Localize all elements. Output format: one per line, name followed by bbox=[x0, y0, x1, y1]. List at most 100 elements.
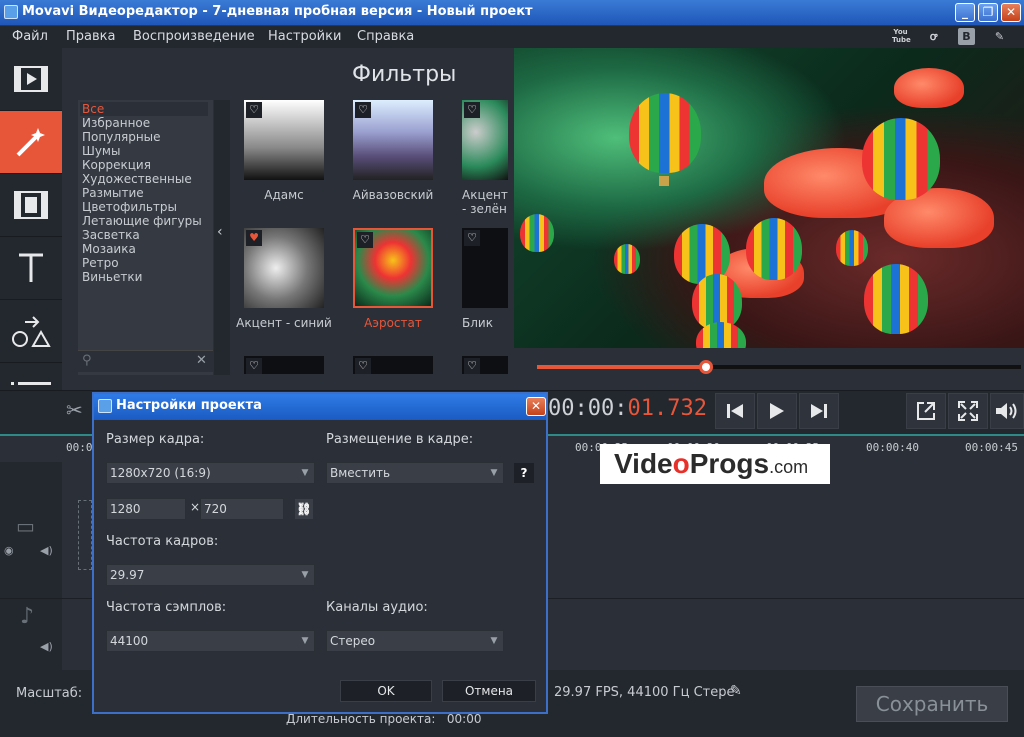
vk-icon[interactable]: B bbox=[958, 28, 975, 45]
category-item[interactable]: Виньетки bbox=[82, 270, 142, 284]
category-item[interactable]: Размытие bbox=[82, 186, 144, 200]
width-input[interactable]: 1280 bbox=[106, 498, 186, 520]
heart-icon[interactable]: ♡ bbox=[355, 358, 371, 374]
clear-search-icon[interactable]: ✕ bbox=[196, 353, 207, 368]
duration-value: 00:00 bbox=[446, 712, 482, 726]
heart-icon[interactable]: ♡ bbox=[464, 358, 480, 374]
save-button[interactable]: Сохранить bbox=[856, 686, 1008, 722]
shapes-tool[interactable] bbox=[0, 300, 62, 363]
filter-thumb-accent-green[interactable]: ♡ bbox=[462, 100, 508, 180]
category-item[interactable]: Летающие фигуры bbox=[82, 214, 202, 228]
category-item[interactable]: Художественные bbox=[82, 172, 192, 186]
category-item[interactable]: Засветка bbox=[82, 228, 140, 242]
window-title: Movavi Видеоредактор - 7-дневная пробная… bbox=[22, 4, 533, 19]
audio-channels-select[interactable]: Стерео ▼ bbox=[326, 630, 504, 652]
maximize-button[interactable]: ❐ bbox=[978, 3, 998, 22]
filter-label: Акцент - синий bbox=[236, 316, 332, 330]
collapse-categories-button[interactable]: ‹ bbox=[214, 100, 230, 375]
ok-button[interactable]: OK bbox=[340, 680, 432, 702]
import-media-tool[interactable] bbox=[0, 48, 62, 111]
playback-progress bbox=[537, 365, 706, 369]
heart-icon[interactable]: ♡ bbox=[464, 102, 480, 118]
filter-thumb[interactable]: ♡ bbox=[462, 356, 508, 374]
category-item[interactable]: Ретро bbox=[82, 256, 119, 270]
previous-frame-button[interactable] bbox=[715, 393, 755, 429]
shapes-icon bbox=[12, 316, 51, 347]
youtube-icon[interactable]: You Tube bbox=[892, 28, 911, 45]
close-button[interactable]: ✕ bbox=[1001, 3, 1021, 22]
odnoklassniki-icon[interactable]: ꝍ bbox=[925, 28, 942, 45]
category-list: Все Избранное Популярные Шумы Коррекция … bbox=[78, 100, 213, 375]
eye-icon[interactable]: ◉ bbox=[4, 544, 14, 557]
height-input[interactable]: 720 bbox=[200, 498, 284, 520]
heart-icon[interactable]: ♡ bbox=[464, 230, 480, 246]
filter-thumb-accent-blue[interactable]: ♥ bbox=[244, 228, 324, 308]
app-icon bbox=[98, 399, 112, 413]
skip-back-icon bbox=[727, 404, 743, 418]
project-settings-dialog: Настройки проекта ✕ Размер кадра: 1280x7… bbox=[92, 392, 548, 714]
scissors-icon[interactable]: ✂ bbox=[66, 398, 83, 422]
music-note-icon: ♪ bbox=[20, 604, 35, 629]
dialog-close-button[interactable]: ✕ bbox=[526, 397, 546, 416]
category-search-input[interactable]: ⚲ ✕ bbox=[78, 350, 213, 372]
category-item[interactable]: Коррекция bbox=[82, 158, 151, 172]
category-item[interactable]: Шумы bbox=[82, 144, 120, 158]
video-preview[interactable] bbox=[514, 48, 1024, 348]
menu-playback[interactable]: Воспроизведение bbox=[133, 29, 255, 44]
drop-zone[interactable] bbox=[78, 500, 92, 570]
heart-icon[interactable]: ♡ bbox=[246, 358, 262, 374]
menu-edit[interactable]: Правка bbox=[66, 29, 115, 44]
heart-icon[interactable]: ♡ bbox=[355, 102, 371, 118]
placement-select[interactable]: Вместить ▼ bbox=[326, 462, 504, 484]
heart-icon[interactable]: ♡ bbox=[246, 102, 262, 118]
filter-thumb[interactable]: ♡ bbox=[244, 356, 324, 374]
edit-pencil-icon[interactable]: ✎ bbox=[730, 683, 742, 699]
filters-tool[interactable] bbox=[0, 111, 62, 174]
transitions-tool[interactable] bbox=[0, 174, 62, 237]
playback-handle[interactable] bbox=[699, 360, 713, 374]
export-frame-button[interactable] bbox=[906, 393, 946, 429]
speaker-icon[interactable]: ◀) bbox=[40, 544, 53, 557]
menu-bar: Файл Правка Воспроизведение Настройки Сп… bbox=[0, 26, 1024, 48]
category-item[interactable]: Цветофильтры bbox=[82, 200, 177, 214]
filter-label: Адамс bbox=[264, 188, 304, 202]
volume-button[interactable] bbox=[990, 393, 1024, 429]
category-item[interactable]: Избранное bbox=[82, 116, 150, 130]
chat-icon[interactable]: ✎ bbox=[991, 28, 1008, 45]
heart-filled-icon[interactable]: ♥ bbox=[246, 230, 262, 246]
ruler-tick: 00:00:40 bbox=[866, 441, 919, 454]
cancel-button[interactable]: Отмена bbox=[442, 680, 536, 702]
volume-icon bbox=[996, 403, 1017, 419]
balloon-shape bbox=[520, 214, 554, 252]
frame-size-select[interactable]: 1280x720 (16:9) ▼ bbox=[106, 462, 315, 484]
minimize-button[interactable]: _ bbox=[955, 3, 975, 22]
fps-select[interactable]: 29.97 ▼ bbox=[106, 564, 315, 586]
project-info: 29.97 FPS, 44100 Гц Стере bbox=[554, 685, 735, 700]
filter-thumb-aivazovsky[interactable]: ♡ bbox=[353, 100, 433, 180]
help-button[interactable]: ? bbox=[514, 463, 534, 483]
duration-label: Длительность проекта: bbox=[286, 712, 436, 726]
filter-thumb[interactable]: ♡ bbox=[353, 356, 433, 374]
skip-forward-icon bbox=[811, 404, 827, 418]
category-item[interactable]: Все bbox=[80, 102, 208, 116]
play-button[interactable] bbox=[757, 393, 797, 429]
next-frame-button[interactable] bbox=[799, 393, 839, 429]
filter-thumb-blik[interactable]: ♡ bbox=[462, 228, 508, 308]
filter-thumb-adams[interactable]: ♡ bbox=[244, 100, 324, 180]
titles-tool[interactable] bbox=[0, 237, 62, 300]
filter-thumb-aerostat[interactable]: ♡ bbox=[353, 228, 433, 308]
balloon-basket bbox=[659, 176, 669, 186]
lock-ratio-button[interactable]: ⛓ bbox=[295, 499, 313, 519]
scale-label: Масштаб: bbox=[16, 686, 83, 701]
menu-settings[interactable]: Настройки bbox=[268, 29, 341, 44]
menu-file[interactable]: Файл bbox=[12, 29, 48, 44]
speaker-icon[interactable]: ◀) bbox=[40, 640, 53, 653]
balloon-shape bbox=[746, 218, 802, 280]
category-item[interactable]: Мозаика bbox=[82, 242, 136, 256]
category-item[interactable]: Популярные bbox=[82, 130, 161, 144]
frame-size-label: Размер кадра: bbox=[106, 432, 205, 447]
menu-help[interactable]: Справка bbox=[357, 29, 414, 44]
heart-icon[interactable]: ♡ bbox=[357, 232, 373, 248]
fullscreen-button[interactable] bbox=[948, 393, 988, 429]
sample-rate-select[interactable]: 44100 ▼ bbox=[106, 630, 315, 652]
